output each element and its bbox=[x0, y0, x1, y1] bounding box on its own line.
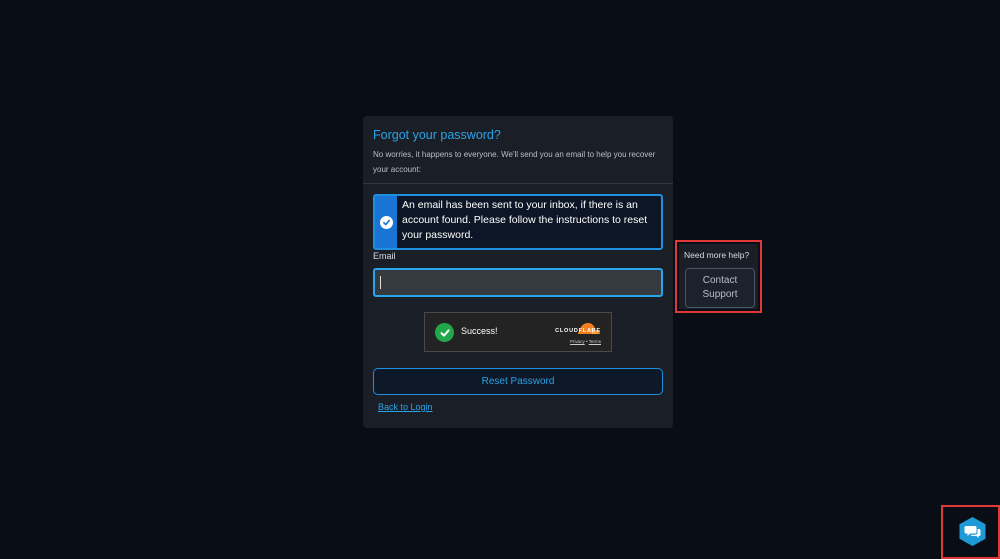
help-panel-highlight: Need more help? Contact Support bbox=[675, 240, 762, 313]
help-title: Need more help? bbox=[684, 250, 750, 260]
help-panel: Need more help? Contact Support bbox=[679, 244, 758, 309]
links-separator: • bbox=[586, 339, 588, 344]
chat-bubbles-icon[interactable] bbox=[958, 516, 987, 547]
email-label: Email bbox=[373, 251, 396, 261]
reset-password-button[interactable]: Reset Password bbox=[373, 368, 663, 395]
page-subtitle: No worries, it happens to everyone. We'l… bbox=[373, 150, 656, 174]
check-circle-icon bbox=[379, 215, 393, 229]
captcha-widget[interactable]: Success! CLOUDFLARE Privacy • Terms bbox=[424, 312, 612, 352]
page-title: Forgot your password? bbox=[373, 128, 501, 142]
privacy-link[interactable]: Privacy bbox=[570, 339, 585, 344]
contact-support-button[interactable]: Contact Support bbox=[685, 268, 755, 308]
cloudflare-logo-text: CLOUDFLARE bbox=[555, 328, 601, 334]
captcha-links: Privacy • Terms bbox=[570, 339, 601, 344]
captcha-status: Success! bbox=[461, 326, 498, 336]
email-field[interactable] bbox=[373, 268, 663, 297]
success-check-icon bbox=[435, 323, 454, 342]
terms-link[interactable]: Terms bbox=[589, 339, 601, 344]
alert-icon-column bbox=[375, 196, 397, 248]
back-to-login-link[interactable]: Back to Login bbox=[378, 402, 433, 412]
reset-password-card: Forgot your password? No worries, it hap… bbox=[363, 116, 673, 428]
text-caret bbox=[380, 276, 381, 289]
alert-message: An email has been sent to your inbox, if… bbox=[402, 199, 648, 241]
success-alert: An email has been sent to your inbox, if… bbox=[373, 194, 663, 250]
page: Forgot your password? No worries, it hap… bbox=[0, 0, 1000, 559]
card-header: Forgot your password? No worries, it hap… bbox=[363, 116, 673, 184]
